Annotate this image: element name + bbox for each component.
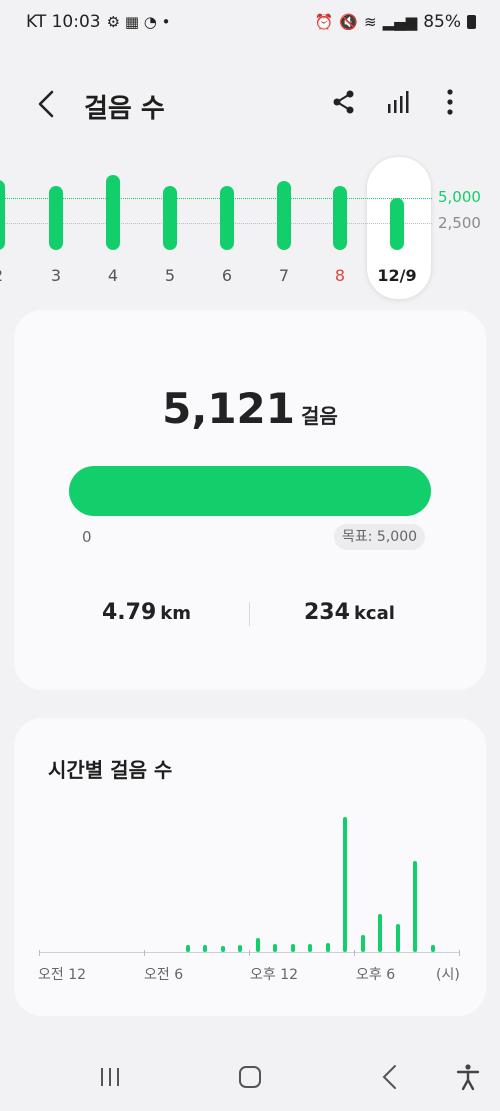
alarm-icon: ⏰ <box>314 13 334 31</box>
day-bar-6[interactable] <box>220 185 234 250</box>
day-bar-2[interactable] <box>0 179 5 250</box>
day-label[interactable]: 4 <box>98 266 128 285</box>
chart-icon[interactable] <box>384 88 416 120</box>
back-nav-icon[interactable] <box>370 1062 410 1094</box>
axis-tick <box>144 950 145 956</box>
half-goal-value-label: 2,500 <box>438 214 481 232</box>
hour-bar-18 <box>360 935 365 952</box>
day-label[interactable]: 7 <box>269 266 299 285</box>
recents-icon[interactable] <box>90 1062 130 1094</box>
distance-stat: 4.79 km <box>102 600 191 625</box>
day-bar-3[interactable] <box>49 185 63 250</box>
steps-summary-card: 5,121 걸음 0 목표: 5,000 4.79 km 234 kcal <box>14 310 486 690</box>
page-title: 걸음 수 <box>84 94 165 124</box>
hour-bar-10 <box>220 946 225 952</box>
hour-bar-8 <box>185 945 190 952</box>
day-label[interactable]: 8 <box>325 266 355 285</box>
day-label[interactable]: 2 <box>0 266 13 285</box>
goal-progress-bar <box>69 466 431 516</box>
notification-icons: ⚙ ▦ ◔ • <box>106 13 171 31</box>
hour-bar-20 <box>395 924 400 952</box>
system-nav-bar <box>0 1048 500 1110</box>
weekly-step-chart[interactable]: 5,000 2,500 2 3 4 5 6 7 8 12/9 <box>0 150 500 300</box>
axis-label-am12: 오전 12 <box>38 967 87 983</box>
hour-bar-9 <box>203 945 208 952</box>
share-icon[interactable] <box>330 88 362 120</box>
hour-bar-12 <box>255 937 260 952</box>
hour-bar-21 <box>413 861 418 952</box>
distance-value: 4.79 <box>102 600 157 625</box>
battery-percent: 85% <box>423 12 461 32</box>
day-bar-8[interactable] <box>333 185 347 250</box>
hour-bar-14 <box>290 944 295 952</box>
home-icon[interactable] <box>230 1062 270 1094</box>
goal-chip: 목표: 5,000 <box>334 524 426 550</box>
day-bar-12/9[interactable] <box>390 197 404 250</box>
progress-min-label: 0 <box>82 528 92 546</box>
day-bar-7[interactable] <box>277 181 291 250</box>
hour-bar-22 <box>430 945 435 952</box>
axis-tick <box>459 950 460 956</box>
day-label[interactable]: 12/9 <box>377 266 417 285</box>
distance-unit: km <box>160 603 192 624</box>
hourly-steps-card[interactable]: 시간별 걸음 수 오전 12 오전 6 오후 12 오후 6 (시) <box>14 718 486 1016</box>
hour-bar-11 <box>238 945 243 952</box>
accessibility-icon[interactable] <box>448 1062 488 1094</box>
signal-icon: ▂▄▆ <box>382 13 418 31</box>
stat-divider <box>249 602 250 626</box>
axis-label-am6: 오전 6 <box>144 967 184 983</box>
steps-unit: 걸음 <box>301 404 338 428</box>
hour-bar-13 <box>273 944 278 952</box>
axis-unit-label: (시) <box>436 967 460 983</box>
goal-value-label: 5,000 <box>438 188 481 206</box>
calories-unit: kcal <box>353 603 395 624</box>
day-label[interactable]: 3 <box>41 266 71 285</box>
steps-count: 5,121 <box>162 384 296 433</box>
day-bar-4[interactable] <box>106 175 120 250</box>
back-icon[interactable] <box>34 86 64 122</box>
axis-tick <box>354 950 355 956</box>
calories-stat: 234 kcal <box>304 600 395 625</box>
day-bar-5[interactable] <box>163 185 177 250</box>
hour-bar-15 <box>308 944 313 952</box>
hourly-title: 시간별 걸음 수 <box>48 758 173 782</box>
status-bar: KT 10:03 ⚙ ▦ ◔ • ⏰ 🔇 ≋ ▂▄▆ 85% <box>0 0 500 44</box>
hour-bar-17 <box>343 817 348 952</box>
axis-label-pm6: 오후 6 <box>356 967 396 983</box>
hour-bar-19 <box>378 914 383 952</box>
day-label[interactable]: 6 <box>212 266 242 285</box>
goal-line <box>0 198 432 199</box>
mute-icon: 🔇 <box>339 13 359 31</box>
axis-label-pm12: 오후 12 <box>250 967 299 983</box>
carrier-time: KT 10:03 <box>26 12 101 32</box>
axis-tick <box>249 950 250 956</box>
battery-icon <box>467 15 476 29</box>
wifi-icon: ≋ <box>364 13 377 31</box>
half-goal-line <box>0 223 432 224</box>
hour-bar-16 <box>325 943 330 952</box>
app-header: 걸음 수 <box>0 78 500 134</box>
axis-tick <box>39 950 40 956</box>
day-label[interactable]: 5 <box>155 266 185 285</box>
more-icon[interactable] <box>436 88 468 120</box>
steps-total: 5,121 걸음 <box>14 384 486 433</box>
calories-value: 234 <box>304 600 350 625</box>
